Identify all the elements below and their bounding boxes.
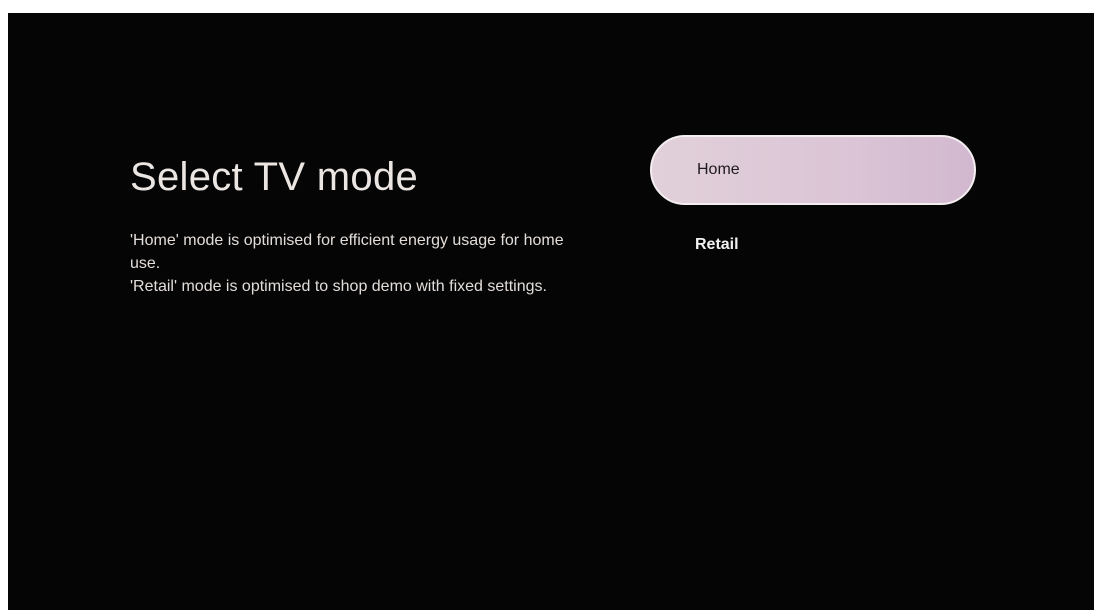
option-retail-label: Retail bbox=[695, 236, 739, 253]
page-title: Select TV mode bbox=[130, 155, 419, 199]
tv-screen: Select TV mode 'Home' mode is optimised … bbox=[8, 13, 1094, 610]
description-home: 'Home' mode is optimised for efficient e… bbox=[130, 232, 564, 272]
info-panel: Select TV mode 'Home' mode is optimised … bbox=[130, 153, 570, 298]
option-home[interactable]: Home bbox=[650, 135, 976, 205]
mode-description: 'Home' mode is optimised for efficient e… bbox=[130, 229, 570, 298]
mode-options-list: Home Retail bbox=[650, 135, 976, 254]
option-retail[interactable]: Retail bbox=[650, 236, 976, 254]
description-retail: 'Retail' mode is optimised to shop demo … bbox=[130, 278, 547, 295]
option-home-label: Home bbox=[697, 161, 740, 178]
